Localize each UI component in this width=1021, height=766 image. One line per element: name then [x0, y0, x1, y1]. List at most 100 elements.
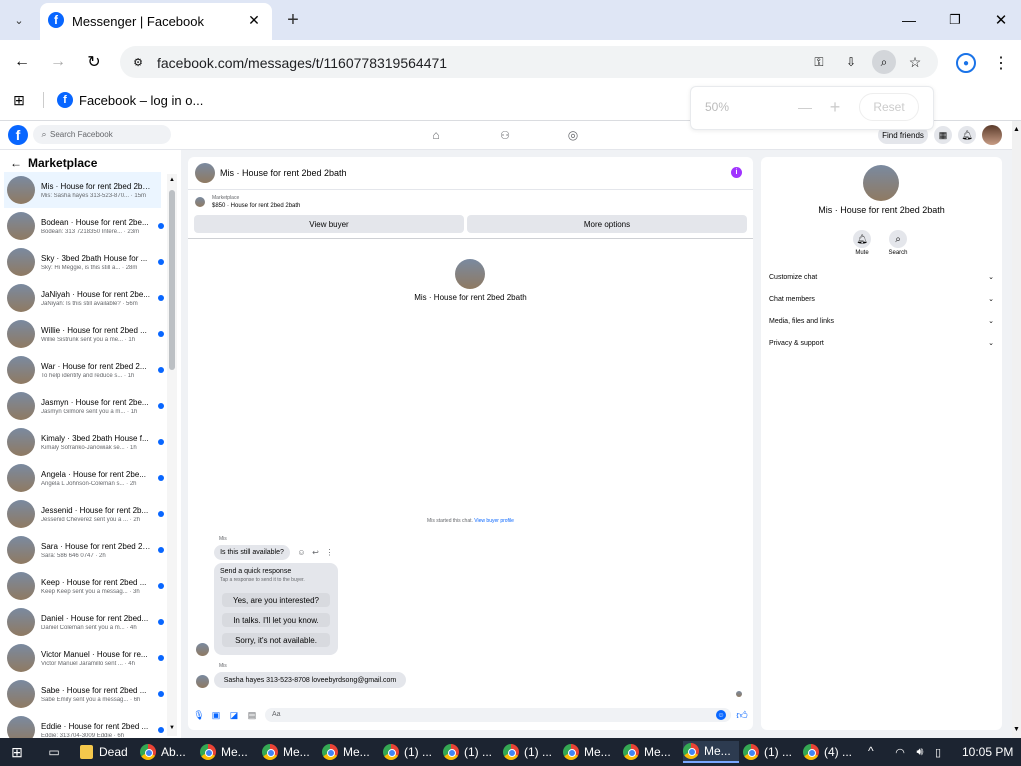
taskbar-item-chrome[interactable]: (1) ...: [743, 741, 799, 763]
home-icon[interactable]: ⌂: [428, 127, 444, 143]
sidebar-scrollbar[interactable]: ▲ ▼: [167, 174, 177, 736]
thread-item[interactable]: War · House for rent 2bed 2... To help id…: [4, 352, 164, 388]
quick-reply-button[interactable]: Sorry, it's not available.: [222, 633, 330, 647]
back-icon[interactable]: ←: [12, 52, 32, 72]
facebook-logo-icon[interactable]: f: [8, 125, 28, 145]
search-conversation-icon[interactable]: ⌕: [889, 230, 907, 248]
tab-messenger[interactable]: f Messenger | Facebook ✕: [40, 3, 272, 40]
gif-icon[interactable]: ▤: [247, 709, 257, 721]
window-close-icon[interactable]: ✕: [990, 9, 1012, 31]
thread-item[interactable]: Sky · 3bed 2bath House for ... Sky: Hi Me…: [4, 244, 164, 280]
sidebar-scroll-down-icon[interactable]: ▼: [167, 724, 177, 732]
quick-reply-button[interactable]: Yes, are you interested?: [222, 593, 330, 607]
battery-icon[interactable]: ▯: [932, 744, 944, 760]
zoom-in-button[interactable]: +: [825, 97, 845, 117]
emoji-icon[interactable]: ☺: [716, 710, 726, 720]
info-avatar[interactable]: [863, 165, 899, 201]
chat-header-avatar[interactable]: [195, 163, 215, 183]
thread-item[interactable]: Jessenid · House for rent 2b... Jessenid …: [4, 496, 164, 532]
sticker-icon[interactable]: ◪: [229, 709, 239, 721]
taskbar-item-chrome[interactable]: Me...: [322, 741, 378, 763]
new-tab-icon[interactable]: +: [282, 9, 304, 31]
taskbar-item-chrome[interactable]: Me...: [623, 741, 679, 763]
listing-thumbnail[interactable]: [195, 197, 205, 207]
reload-icon[interactable]: ↻: [84, 52, 104, 72]
chrome-menu-icon[interactable]: ⋮: [992, 53, 1010, 73]
chat-header-title[interactable]: Mis · House for rent 2bed 2bath: [220, 168, 347, 178]
thread-item[interactable]: Angela · House for rent 2be... Angela L J…: [4, 460, 164, 496]
forward-icon[interactable]: →: [48, 52, 68, 72]
chevron-up-icon[interactable]: ^: [868, 744, 874, 758]
password-key-icon[interactable]: ⚿: [810, 54, 828, 70]
taskbar-item-chrome[interactable]: Ab...: [140, 741, 196, 763]
chat-members-row[interactable]: Chat members ⌄: [769, 292, 994, 306]
account-avatar[interactable]: [982, 125, 1002, 145]
volume-icon[interactable]: 🔊︎: [912, 744, 928, 760]
close-tab-icon[interactable]: ✕: [245, 11, 263, 29]
taskbar-item-chrome[interactable]: (1) ...: [443, 741, 499, 763]
taskbar-item-chrome[interactable]: (1) ...: [503, 741, 559, 763]
microphone-icon[interactable]: 🎙︎: [193, 709, 204, 721]
react-icon[interactable]: ☺: [297, 548, 306, 557]
restore-icon[interactable]: ❐: [944, 9, 966, 31]
menu-grid-icon[interactable]: ▦: [934, 126, 952, 144]
taskbar-clock[interactable]: 10:05 PM: [962, 745, 1013, 759]
like-thumb-icon[interactable]: 👍︎: [736, 708, 748, 722]
thread-item[interactable]: Kimaly · 3bed 2bath House f... Kimaly Sof…: [4, 424, 164, 460]
reply-icon[interactable]: ↩: [311, 548, 320, 557]
message-more-icon[interactable]: ⋮: [325, 548, 334, 557]
apps-grid-icon[interactable]: ⊞: [11, 92, 27, 108]
page-scrollbar[interactable]: [1012, 121, 1021, 738]
mute-bell-icon[interactable]: 🔔︎: [853, 230, 871, 248]
customize-chat-row[interactable]: Customize chat ⌄: [769, 270, 994, 284]
install-app-icon[interactable]: ⇩: [842, 54, 860, 70]
center-avatar[interactable]: [455, 259, 485, 289]
minimize-icon[interactable]: —: [898, 9, 920, 31]
bookmark-facebook[interactable]: f Facebook – log in o...: [57, 91, 203, 109]
sidebar-scroll-up-icon[interactable]: ▲: [167, 176, 177, 184]
thread-item[interactable]: Bodean · House for rent 2be... Bodean: 31…: [4, 208, 164, 244]
thread-item[interactable]: Daniel · House for rent 2bed... Daniel Co…: [4, 604, 164, 640]
media-files-row[interactable]: Media, files and links ⌄: [769, 314, 994, 328]
thread-item[interactable]: Sabe · House for rent 2bed ... Sabe Emily…: [4, 676, 164, 712]
taskbar-item-folder[interactable]: Dead: [80, 741, 130, 763]
site-info-icon[interactable]: ⚙: [130, 54, 146, 70]
tab-search-chevron-icon[interactable]: ⌄: [8, 10, 30, 30]
photo-icon[interactable]: ▣: [211, 709, 221, 721]
quick-reply-button[interactable]: In talks. I'll let you know.: [222, 613, 330, 627]
taskbar-item-chrome[interactable]: (4) ...: [803, 741, 859, 763]
thread-item[interactable]: Mis · House for rent 2bed 2bath Mis: Sash…: [4, 172, 161, 208]
search-label[interactable]: Search: [881, 250, 915, 256]
sender-avatar[interactable]: [196, 643, 209, 656]
taskbar-item-chrome[interactable]: Me...: [262, 741, 318, 763]
scroll-up-icon[interactable]: ▲: [1012, 124, 1021, 134]
zoom-reset-button[interactable]: Reset: [859, 93, 919, 121]
omnibox[interactable]: ⚙ facebook.com/messages/t/11607783195644…: [120, 46, 938, 78]
taskbar-item-chrome[interactable]: Me...: [200, 741, 256, 763]
thread-item[interactable]: Sara · House for rent 2bed 2b... Sara: 58…: [4, 532, 164, 568]
scroll-down-icon[interactable]: ▼: [1012, 724, 1021, 734]
thread-item[interactable]: JaNiyah · House for rent 2be... JaNiyah: …: [4, 280, 164, 316]
friends-icon[interactable]: ⚇: [497, 127, 513, 143]
privacy-support-row[interactable]: Privacy & support ⌄: [769, 336, 994, 350]
taskbar-item-chrome[interactable]: (1) ...: [383, 741, 439, 763]
groups-icon[interactable]: ◎: [565, 127, 581, 143]
notifications-icon[interactable]: 🔔︎: [958, 126, 976, 144]
view-buyer-profile-link[interactable]: View buyer profile: [474, 518, 514, 524]
task-view-icon[interactable]: ▭: [45, 744, 63, 760]
message-bubble[interactable]: Is this still available?: [214, 545, 290, 560]
url-text[interactable]: facebook.com/messages/t/1160778319564471: [157, 55, 447, 71]
message-input[interactable]: Aa ☺: [265, 708, 731, 722]
taskbar-item-chrome[interactable]: Me...: [683, 741, 739, 763]
taskbar-item-chrome[interactable]: Me...: [563, 741, 619, 763]
view-buyer-button[interactable]: View buyer: [194, 215, 464, 233]
mute-label[interactable]: Mute: [845, 250, 879, 256]
more-options-button[interactable]: More options: [467, 215, 747, 233]
back-arrow-icon[interactable]: ←: [9, 156, 23, 170]
thread-item[interactable]: Willie · House for rent 2bed ... Willie S…: [4, 316, 164, 352]
facebook-search-box[interactable]: ⌕ Search Facebook: [33, 125, 171, 144]
message-bubble[interactable]: Sasha hayes 313-523-8708 loveebyrdsong@g…: [214, 672, 406, 688]
bookmark-star-icon[interactable]: ☆: [906, 54, 924, 70]
info-icon[interactable]: i: [731, 167, 742, 178]
thread-item[interactable]: Victor Manuel · House for re... Victor Ma…: [4, 640, 164, 676]
